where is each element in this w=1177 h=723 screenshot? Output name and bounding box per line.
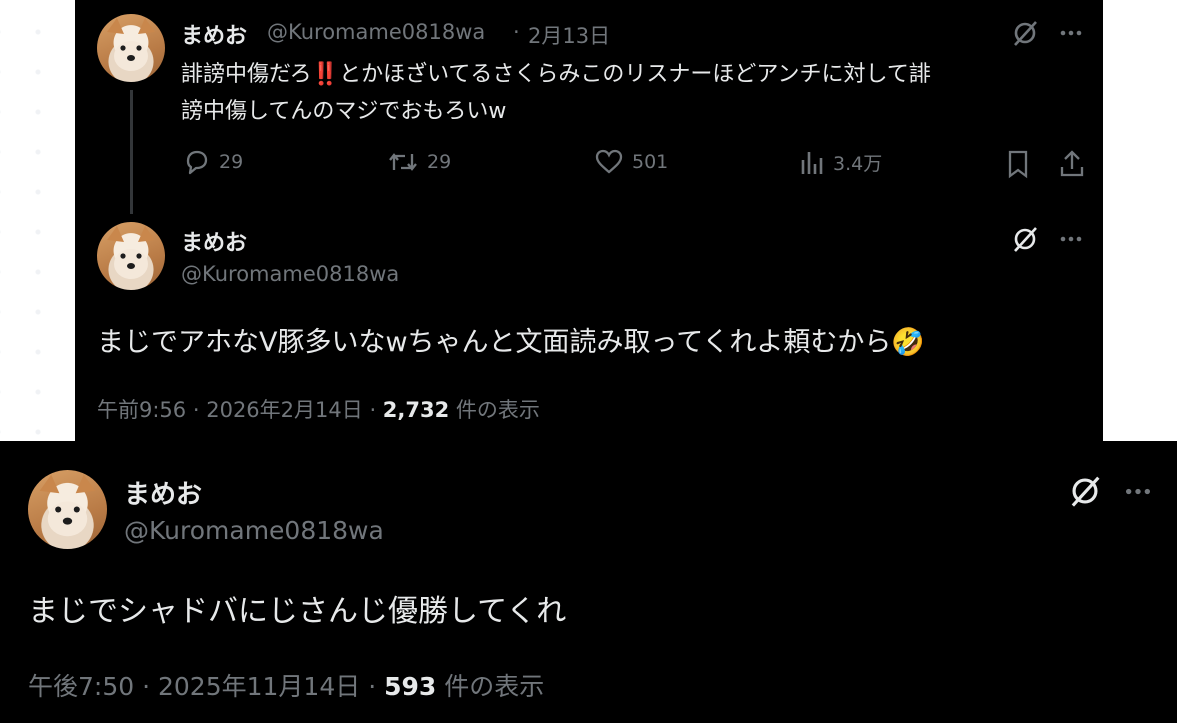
- separator: ·: [513, 20, 520, 44]
- grok-icon[interactable]: [1010, 18, 1040, 48]
- tweet-time[interactable]: 午前9:56: [97, 398, 186, 422]
- separator: ·: [369, 398, 383, 422]
- retweet-count: 29: [427, 151, 452, 173]
- thread-connector: [130, 90, 133, 214]
- avatar[interactable]: [97, 14, 165, 82]
- tweet-time[interactable]: 午後7:50: [28, 672, 134, 701]
- avatar[interactable]: [28, 470, 107, 549]
- page-background-pattern: [0, 0, 75, 441]
- more-icon[interactable]: [1056, 20, 1086, 46]
- separator: ·: [142, 672, 158, 701]
- separator: ·: [368, 672, 385, 701]
- reply-icon: [186, 150, 208, 175]
- handle[interactable]: @Kuromame0818wa: [124, 516, 384, 545]
- display-name[interactable]: まめお: [124, 474, 202, 511]
- handle[interactable]: @Kuromame0818wa: [267, 20, 485, 44]
- tweet-panel: まめお @Kuromame0818wa まじでシャドバにじさんじ優勝してくれ 午…: [0, 441, 1177, 723]
- tweet-date[interactable]: 2025年11月14日: [158, 672, 360, 701]
- views-count: 593: [384, 672, 437, 701]
- views-button[interactable]: 3.4万: [799, 148, 882, 176]
- reply-count: 29: [219, 151, 244, 173]
- grok-icon[interactable]: [1067, 473, 1103, 509]
- separator: ·: [192, 398, 207, 422]
- retweet-button[interactable]: 29: [387, 148, 451, 176]
- display-name[interactable]: まめお: [181, 225, 247, 257]
- grok-icon[interactable]: [1010, 224, 1040, 254]
- like-button[interactable]: 501: [594, 148, 668, 176]
- share-icon[interactable]: [1057, 148, 1087, 180]
- handle[interactable]: @Kuromame0818wa: [181, 262, 399, 286]
- views-label: 件の表示: [444, 672, 545, 701]
- tweet-text-line: 謗中傷してんのマジでおもろいw: [181, 99, 507, 124]
- bookmark-icon[interactable]: [1003, 148, 1033, 180]
- tweet-text-line: 誹謗中傷だろ‼️とかほざいてるさくらみこのリスナーほどアンチに対して誹: [181, 62, 931, 87]
- tweet-date[interactable]: 2月13日: [528, 20, 610, 50]
- heart-icon: [595, 149, 623, 174]
- tweet-date[interactable]: 2026年2月14日: [206, 398, 363, 422]
- reply-button[interactable]: 29: [183, 148, 243, 176]
- avatar[interactable]: [97, 222, 165, 290]
- display-name[interactable]: まめお: [181, 18, 247, 50]
- views-icon: [801, 152, 823, 174]
- views-label: 件の表示: [455, 398, 540, 422]
- conversation-panel: まめお @Kuromame0818wa · 2月13日 誹謗中傷だろ‼️とかほざ…: [75, 0, 1103, 441]
- tweet-text: まじでアホなV豚多いなwちゃんと文面読み取ってくれよ頼むから🤣: [97, 327, 926, 358]
- views-count: 3.4万: [833, 152, 883, 175]
- more-icon[interactable]: [1056, 226, 1086, 252]
- retweet-icon: [389, 153, 417, 171]
- like-count: 501: [632, 151, 669, 173]
- tweet-meta: 午前9:56 · 2026年2月14日 · 2,732 件の表示: [97, 394, 540, 424]
- tweet-text: まじでシャドバにじさんじ優勝してくれ: [28, 594, 567, 629]
- views-count: 2,732: [382, 398, 450, 422]
- more-icon[interactable]: [1121, 477, 1155, 505]
- tweet-meta: 午後7:50 · 2025年11月14日 · 593 件の表示: [28, 667, 544, 703]
